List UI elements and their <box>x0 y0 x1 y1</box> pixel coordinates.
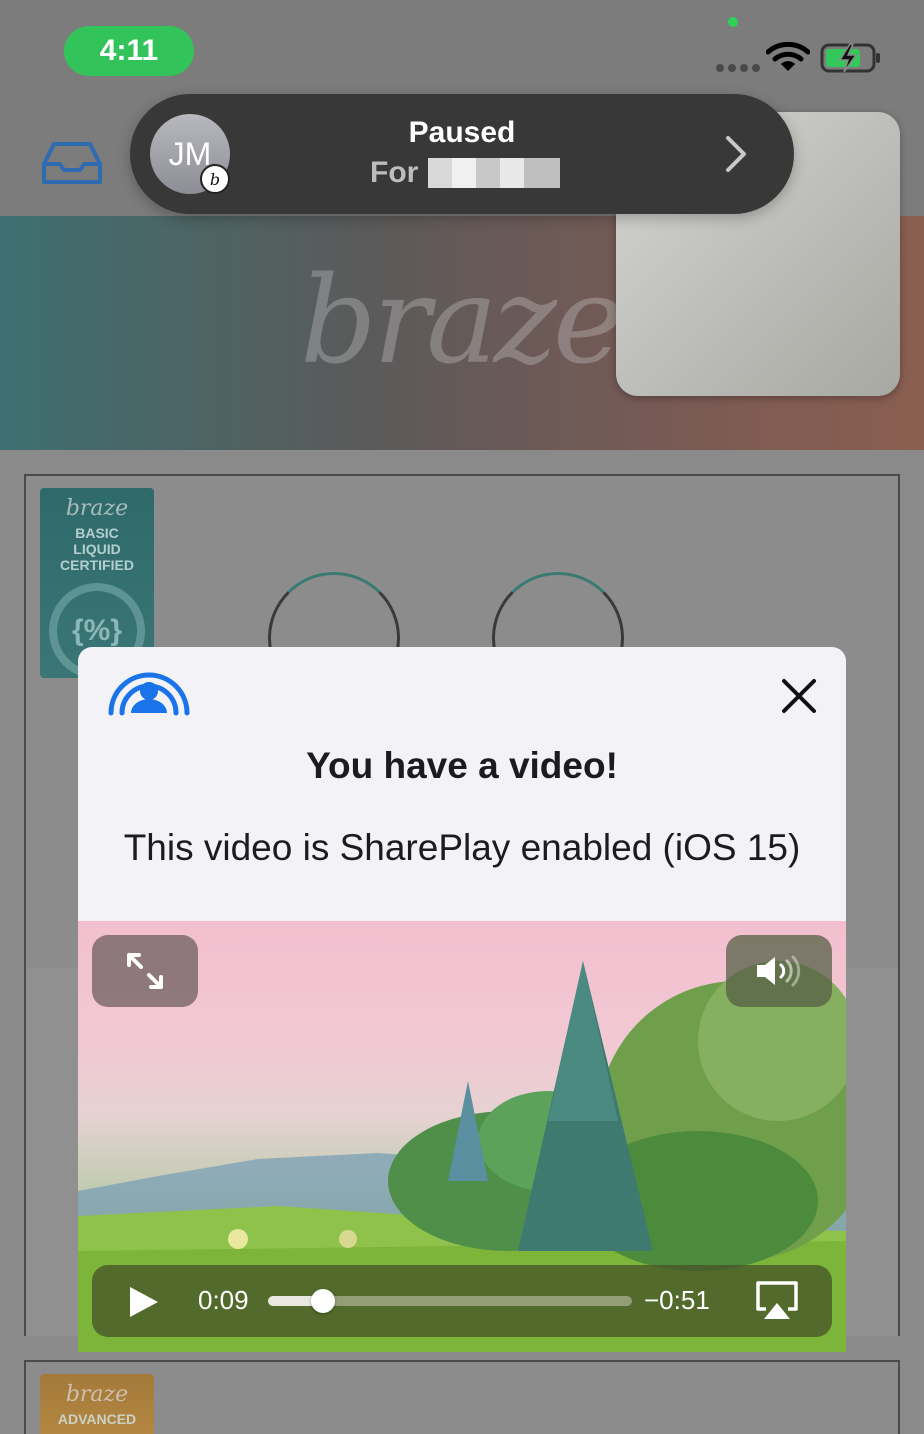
close-icon[interactable] <box>778 675 820 717</box>
chevron-right-icon[interactable] <box>722 134 750 174</box>
battery-charging-icon <box>820 43 880 73</box>
subtitle-label: For <box>370 156 419 189</box>
wifi-icon <box>766 41 810 71</box>
badge-brand: braze <box>65 496 129 521</box>
privacy-indicator-dot <box>728 17 738 27</box>
video-modal: You have a video! This video is SharePla… <box>78 647 846 1352</box>
cellular-signal-icon <box>716 64 760 72</box>
certification-card[interactable]: braze ADVANCED <box>24 1360 900 1434</box>
status-time[interactable]: 4:11 <box>64 26 194 76</box>
playback-controls: 0:09 −0:51 <box>92 1265 832 1337</box>
badge-line: CERTIFIED <box>60 557 134 573</box>
airplay-icon[interactable] <box>754 1279 800 1323</box>
speaker-icon <box>757 955 801 987</box>
modal-message: This video is SharePlay enabled (iOS 15) <box>123 827 801 868</box>
badge-brand: braze <box>65 1382 129 1407</box>
badge-line: BASIC <box>75 525 119 541</box>
modal-title: You have a video! <box>306 745 618 786</box>
remaining-time: −0:51 <box>644 1285 710 1315</box>
fullscreen-button[interactable] <box>92 935 198 1007</box>
badge-line: ADVANCED <box>57 1411 137 1427</box>
redacted-name <box>428 158 561 188</box>
progress-scrubber[interactable] <box>268 1289 632 1313</box>
advanced-badge: braze ADVANCED <box>40 1374 154 1434</box>
shareplay-status-pill[interactable]: JM b Paused For <box>130 94 794 214</box>
badge-line: LIQUID <box>73 541 121 557</box>
play-icon[interactable] <box>126 1285 160 1319</box>
app-badge-icon: b <box>200 164 230 194</box>
shareplay-status-title: Paused <box>408 116 516 149</box>
expand-icon <box>127 953 163 989</box>
scrubber-knob[interactable] <box>310 1289 335 1313</box>
shareplay-icon <box>108 672 190 716</box>
inbox-icon[interactable] <box>40 138 104 188</box>
video-player[interactable]: 0:09 −0:51 <box>78 921 846 1352</box>
volume-button[interactable] <box>726 935 832 1007</box>
elapsed-time: 0:09 <box>198 1285 249 1315</box>
banner-logo: braze <box>300 252 624 391</box>
shareplay-status-subtitle: For <box>370 156 561 190</box>
